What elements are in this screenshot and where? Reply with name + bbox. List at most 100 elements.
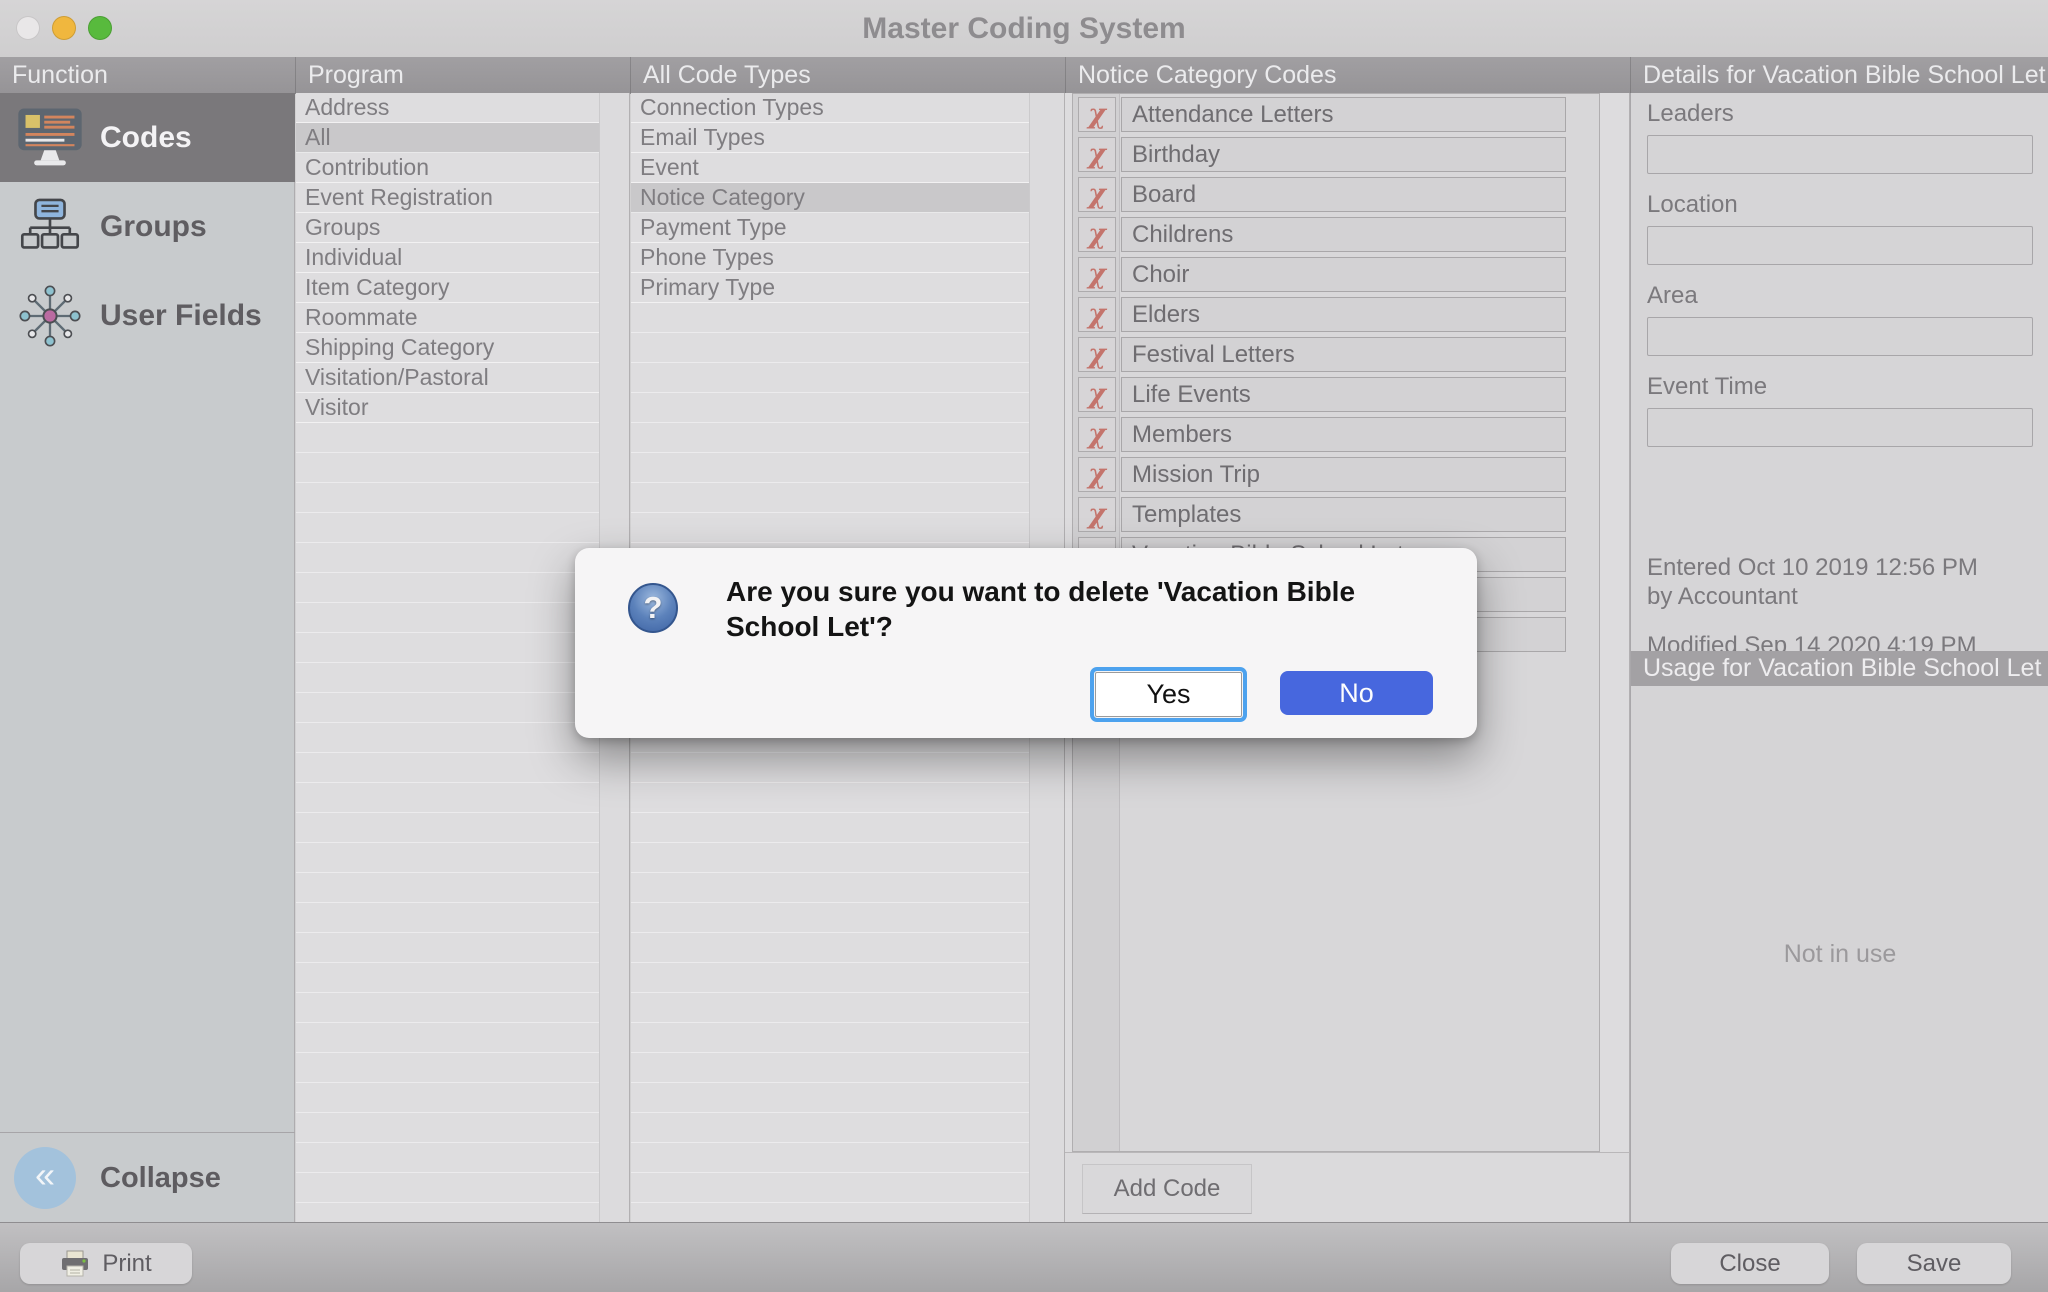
code-type-row-label: Phone Types bbox=[640, 244, 774, 270]
header-notice-category-codes: Notice Category Codes bbox=[1065, 57, 1630, 93]
program-row-label: Item Category bbox=[305, 274, 449, 300]
delete-code-button[interactable]: χ bbox=[1078, 497, 1116, 532]
details-panel: Leaders Location Area Event Time Entered… bbox=[1630, 93, 2048, 1223]
program-row[interactable]: Address bbox=[296, 93, 599, 123]
column-header-bar: Function Program All Code Types Notice C… bbox=[0, 57, 2048, 94]
code-name-field[interactable]: Life Events bbox=[1121, 377, 1566, 412]
code-name-field[interactable]: Choir bbox=[1121, 257, 1566, 292]
detail-field-input[interactable] bbox=[1647, 408, 2033, 447]
add-code-button[interactable]: Add Code bbox=[1082, 1164, 1252, 1214]
delete-x-icon: χ bbox=[1088, 181, 1106, 208]
delete-x-icon: χ bbox=[1088, 421, 1106, 448]
program-row[interactable]: Visitation/Pastoral bbox=[296, 363, 599, 393]
master-coding-system-window: Master Coding System Function Program Al… bbox=[0, 0, 2048, 1292]
collapse-bar[interactable]: « Collapse bbox=[0, 1132, 295, 1223]
program-list: Address All Contribution Event Registrat… bbox=[296, 93, 600, 1223]
usage-panel: Not in use bbox=[1631, 686, 2048, 1223]
code-row: χ Festival Letters bbox=[1078, 337, 1566, 372]
close-button[interactable]: Close bbox=[1671, 1243, 1829, 1284]
detail-field-input[interactable] bbox=[1647, 317, 2033, 356]
no-button[interactable]: No bbox=[1280, 671, 1433, 715]
program-row[interactable]: Individual bbox=[296, 243, 599, 273]
add-code-footer: Add Code bbox=[1065, 1152, 1630, 1223]
code-type-row[interactable]: Phone Types bbox=[631, 243, 1029, 273]
program-row[interactable]: Groups bbox=[296, 213, 599, 243]
codes-monitor-icon bbox=[0, 105, 100, 171]
code-name-field[interactable]: Templates bbox=[1121, 497, 1566, 532]
detail-field-label: Event Time bbox=[1647, 373, 2035, 401]
code-row: χ Templates bbox=[1078, 497, 1566, 532]
delete-code-button[interactable]: χ bbox=[1078, 217, 1116, 252]
detail-field: Area bbox=[1647, 282, 2035, 373]
detail-field-label: Area bbox=[1647, 282, 2035, 310]
code-type-row-label: Payment Type bbox=[640, 214, 787, 240]
program-row[interactable]: All bbox=[296, 123, 599, 153]
code-name-field[interactable]: Members bbox=[1121, 417, 1566, 452]
program-row[interactable]: Event Registration bbox=[296, 183, 599, 213]
code-type-row[interactable]: Connection Types bbox=[631, 93, 1029, 123]
delete-code-button[interactable]: χ bbox=[1078, 457, 1116, 492]
delete-code-button[interactable]: χ bbox=[1078, 337, 1116, 372]
yes-button[interactable]: Yes bbox=[1095, 672, 1242, 717]
detail-field-input[interactable] bbox=[1647, 226, 2033, 265]
code-name-field[interactable]: Childrens bbox=[1121, 217, 1566, 252]
code-name-field[interactable]: Board bbox=[1121, 177, 1566, 212]
delete-code-button[interactable]: χ bbox=[1078, 297, 1116, 332]
program-row-label: All bbox=[305, 124, 331, 150]
sidebar-item-codes[interactable]: Codes bbox=[0, 93, 295, 182]
collapse-chevrons-icon[interactable]: « bbox=[14, 1147, 76, 1209]
delete-code-button[interactable]: χ bbox=[1078, 177, 1116, 212]
code-type-row-label: Notice Category bbox=[640, 184, 805, 210]
code-type-row[interactable]: Payment Type bbox=[631, 213, 1029, 243]
save-button[interactable]: Save bbox=[1857, 1243, 2011, 1284]
detail-field: Event Time bbox=[1647, 373, 2035, 464]
program-row-label: Groups bbox=[305, 214, 380, 240]
code-type-row[interactable]: Primary Type bbox=[631, 273, 1029, 303]
code-name-field[interactable]: Festival Letters bbox=[1121, 337, 1566, 372]
delete-code-button[interactable]: χ bbox=[1078, 417, 1116, 452]
delete-code-button[interactable]: χ bbox=[1078, 257, 1116, 292]
code-type-row[interactable]: Event bbox=[631, 153, 1029, 183]
code-row: χ Elders bbox=[1078, 297, 1566, 332]
code-name-field[interactable]: Birthday bbox=[1121, 137, 1566, 172]
collapse-label: Collapse bbox=[100, 1162, 221, 1195]
code-name-field[interactable]: Elders bbox=[1121, 297, 1566, 332]
code-name-field[interactable]: Mission Trip bbox=[1121, 457, 1566, 492]
window-title: Master Coding System bbox=[0, 0, 2048, 57]
program-row[interactable]: Shipping Category bbox=[296, 333, 599, 363]
dialog-message: Are you sure you want to delete 'Vacatio… bbox=[726, 574, 1386, 644]
delete-code-button[interactable]: χ bbox=[1078, 377, 1116, 412]
program-row[interactable]: Roommate bbox=[296, 303, 599, 333]
program-row[interactable]: Item Category bbox=[296, 273, 599, 303]
delete-x-icon: χ bbox=[1088, 221, 1106, 248]
code-type-row-label: Primary Type bbox=[640, 274, 775, 300]
code-row: χ Choir bbox=[1078, 257, 1566, 292]
sidebar-label-user-fields: User Fields bbox=[100, 299, 262, 333]
sidebar-item-groups[interactable]: Groups bbox=[0, 182, 295, 271]
title-bar: Master Coding System bbox=[0, 0, 2048, 58]
entered-info: Entered Oct 10 2019 12:56 PM by Accounta… bbox=[1647, 553, 1978, 611]
printer-icon bbox=[60, 1250, 90, 1278]
program-row-label: Event Registration bbox=[305, 184, 493, 210]
entered-line2: by Accountant bbox=[1647, 582, 1978, 611]
program-row[interactable]: Visitor bbox=[296, 393, 599, 423]
question-mark-icon: ? bbox=[628, 583, 678, 633]
program-row-label: Individual bbox=[305, 244, 402, 270]
code-type-row[interactable]: Email Types bbox=[631, 123, 1029, 153]
detail-field-input[interactable] bbox=[1647, 135, 2033, 174]
code-name-field[interactable]: Attendance Letters bbox=[1121, 97, 1566, 132]
delete-code-button[interactable]: χ bbox=[1078, 97, 1116, 132]
code-type-row[interactable]: Notice Category bbox=[631, 183, 1029, 213]
detail-field: Leaders bbox=[1647, 100, 2035, 191]
code-row: χ Board bbox=[1078, 177, 1566, 212]
program-row[interactable]: Contribution bbox=[296, 153, 599, 183]
detail-fields: Leaders Location Area Event Time bbox=[1647, 100, 2035, 464]
program-row-label: Visitor bbox=[305, 394, 369, 420]
delete-confirmation-dialog: ? Are you sure you want to delete 'Vacat… bbox=[575, 548, 1477, 738]
sidebar-label-codes: Codes bbox=[100, 121, 192, 155]
sidebar-label-groups: Groups bbox=[100, 210, 207, 244]
delete-code-button[interactable]: χ bbox=[1078, 137, 1116, 172]
sidebar-item-user-fields[interactable]: User Fields bbox=[0, 271, 295, 360]
print-button[interactable]: Print bbox=[20, 1243, 192, 1284]
code-row: χ Mission Trip bbox=[1078, 457, 1566, 492]
